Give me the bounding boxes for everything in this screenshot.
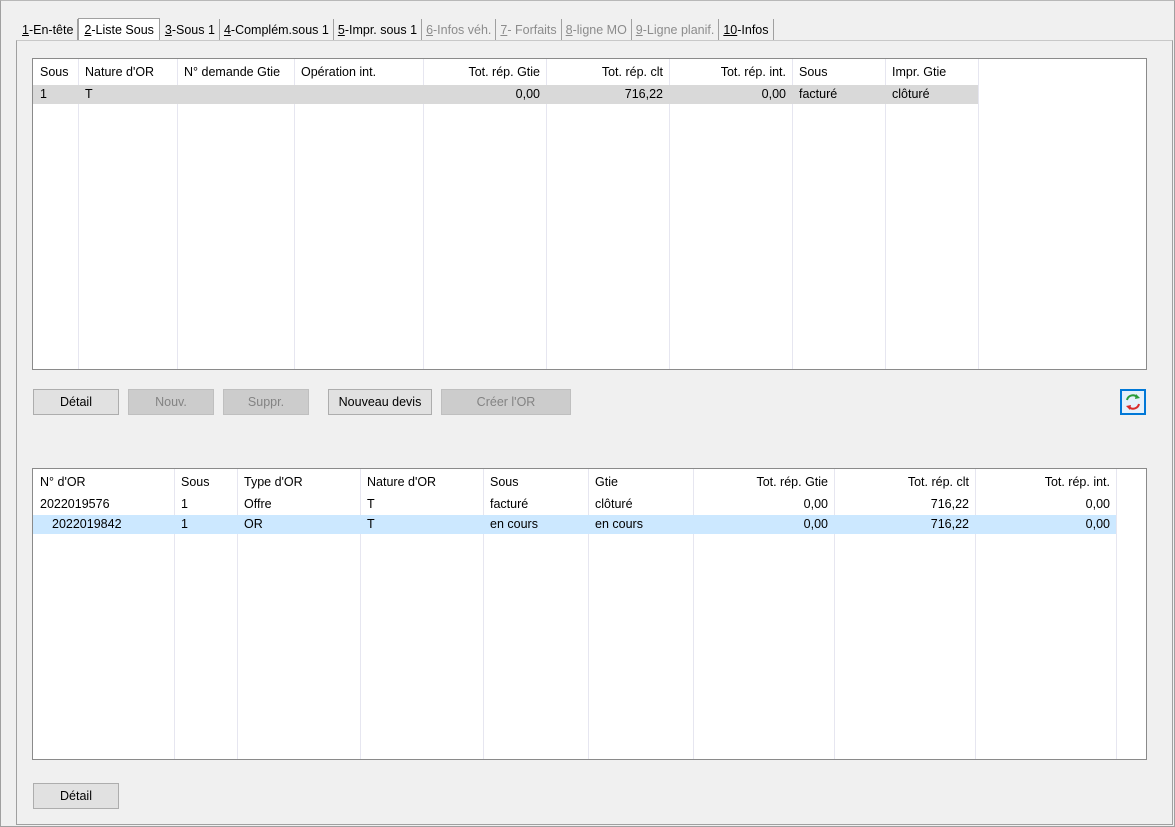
or-list-grid[interactable]: N° d'OR Sous Type d'OR Nature d'OR Sous … bbox=[32, 468, 1147, 760]
column-header[interactable]: Tot. rép. int. bbox=[976, 469, 1116, 493]
tab-label: -Complém.sous 1 bbox=[230, 23, 329, 37]
table-cell: 2022019576 bbox=[40, 497, 110, 511]
tab-ligne-mo[interactable]: 8-ligne MO bbox=[562, 19, 632, 41]
table-cell: en cours bbox=[595, 517, 643, 531]
table-row-selected[interactable]: 2022019842 1 OR T en cours en cours 0,00… bbox=[33, 515, 1116, 534]
tab-en-tete[interactable]: 1-En-tête bbox=[18, 19, 79, 41]
tab-accelerator: 8 bbox=[565, 23, 573, 37]
column-header[interactable]: N° demande Gtie bbox=[178, 59, 294, 83]
table-cell: facturé bbox=[490, 497, 529, 511]
suppr-button[interactable]: Suppr. bbox=[223, 389, 309, 415]
tab-label: -Infos bbox=[737, 23, 769, 37]
tab-accelerator: 6 bbox=[426, 23, 434, 37]
column-header[interactable]: Tot. rép. Gtie bbox=[694, 469, 834, 493]
tab-infos-veh[interactable]: 6-Infos véh. bbox=[422, 19, 497, 41]
column-header[interactable]: Nature d'OR bbox=[79, 59, 177, 83]
table-cell: 0,00 bbox=[1085, 497, 1110, 511]
tab-sous-1[interactable]: 3-Sous 1 bbox=[161, 19, 220, 41]
table-cell: T bbox=[367, 497, 375, 511]
column-header[interactable]: Type d'OR bbox=[238, 469, 360, 493]
nouv-button[interactable]: Nouv. bbox=[128, 389, 214, 415]
tab-accelerator: 9 bbox=[635, 23, 643, 37]
tab-ligne-planif[interactable]: 9-Ligne planif. bbox=[632, 19, 720, 41]
table-cell: 0,00 bbox=[761, 87, 786, 101]
column-header[interactable]: Opération int. bbox=[295, 59, 423, 83]
table-cell bbox=[178, 85, 294, 104]
tab-label: -Sous 1 bbox=[171, 23, 215, 37]
refresh-arrows-icon bbox=[1126, 394, 1140, 410]
column-header[interactable]: Nature d'OR bbox=[361, 469, 483, 493]
table-cell: clôturé bbox=[595, 497, 633, 511]
table-cell: OR bbox=[244, 517, 263, 531]
tab-accelerator: 3 bbox=[164, 23, 172, 37]
table-cell: 0,00 bbox=[1085, 517, 1110, 531]
table-cell: T bbox=[85, 87, 93, 101]
tab-label: -ligne MO bbox=[572, 23, 627, 37]
tab-impr-sous-1[interactable]: 5-Impr. sous 1 bbox=[334, 19, 423, 41]
table-cell: 0,00 bbox=[803, 497, 828, 511]
tab-label: -Liste Sous bbox=[91, 23, 154, 37]
table-cell: en cours bbox=[490, 517, 538, 531]
table-cell: 716,22 bbox=[624, 87, 663, 101]
creer-or-button[interactable]: Créer l'OR bbox=[441, 389, 571, 415]
table-cell: T bbox=[367, 517, 375, 531]
tab-accelerator: 10 bbox=[723, 23, 738, 37]
column-header[interactable]: N° d'OR bbox=[34, 469, 174, 493]
tab-infos[interactable]: 10-Infos bbox=[719, 19, 774, 41]
tab-accelerator: 4 bbox=[223, 23, 231, 37]
tab-label: -En-tête bbox=[28, 23, 74, 37]
column-header[interactable]: Sous bbox=[484, 469, 588, 493]
tab-label: - Forfaits bbox=[507, 23, 557, 37]
tab-label: -Ligne planif. bbox=[642, 23, 715, 37]
tab-strip: 1-En-tête 2-Liste Sous 3-Sous 1 4-Complé… bbox=[18, 18, 774, 42]
table-cell: 716,22 bbox=[930, 517, 969, 531]
tab-label: -Infos véh. bbox=[433, 23, 492, 37]
table-cell: clôturé bbox=[892, 87, 930, 101]
column-header[interactable]: Gtie bbox=[589, 469, 693, 493]
table-cell: 2022019842 bbox=[52, 517, 122, 531]
table-cell: 716,22 bbox=[930, 497, 969, 511]
table-cell bbox=[295, 85, 423, 104]
column-header[interactable]: Sous bbox=[34, 59, 78, 83]
table-cell: facturé bbox=[799, 87, 838, 101]
table-cell: 1 bbox=[181, 517, 188, 531]
sous-list-grid[interactable]: Sous Nature d'OR N° demande Gtie Opérati… bbox=[32, 58, 1147, 370]
column-header[interactable]: Sous bbox=[175, 469, 237, 493]
table-cell: 1 bbox=[181, 497, 188, 511]
detail-or-button[interactable]: Détail bbox=[33, 783, 119, 809]
column-header[interactable]: Tot. rép. Gtie bbox=[424, 59, 546, 83]
tab-forfaits[interactable]: 7- Forfaits bbox=[496, 19, 562, 41]
column-header[interactable]: Tot. rép. clt bbox=[835, 469, 975, 493]
detail-button[interactable]: Détail bbox=[33, 389, 119, 415]
tab-accelerator: 1 bbox=[22, 23, 29, 37]
table-cell: 1 bbox=[40, 87, 47, 101]
tab-label: -Impr. sous 1 bbox=[344, 23, 418, 37]
column-header[interactable]: Tot. rép. clt bbox=[547, 59, 669, 83]
table-row[interactable]: 2022019576 1 Offre T facturé clôturé 0,0… bbox=[33, 495, 1116, 514]
refresh-button[interactable] bbox=[1120, 389, 1146, 415]
tab-liste-sous[interactable]: 2-Liste Sous bbox=[78, 18, 160, 42]
table-cell: 0,00 bbox=[515, 87, 540, 101]
table-row[interactable]: 1 T 0,00 716,22 0,00 facturé clôturé bbox=[33, 85, 978, 104]
nouveau-devis-button[interactable]: Nouveau devis bbox=[328, 389, 432, 415]
tab-complem-sous-1[interactable]: 4-Complém.sous 1 bbox=[220, 19, 334, 41]
tab-accelerator: 5 bbox=[337, 23, 345, 37]
column-header[interactable]: Sous bbox=[793, 59, 885, 83]
table-cell: 0,00 bbox=[803, 517, 828, 531]
table-cell: Offre bbox=[244, 497, 272, 511]
column-header[interactable]: Impr. Gtie bbox=[886, 59, 978, 83]
column-header[interactable]: Tot. rép. int. bbox=[670, 59, 792, 83]
